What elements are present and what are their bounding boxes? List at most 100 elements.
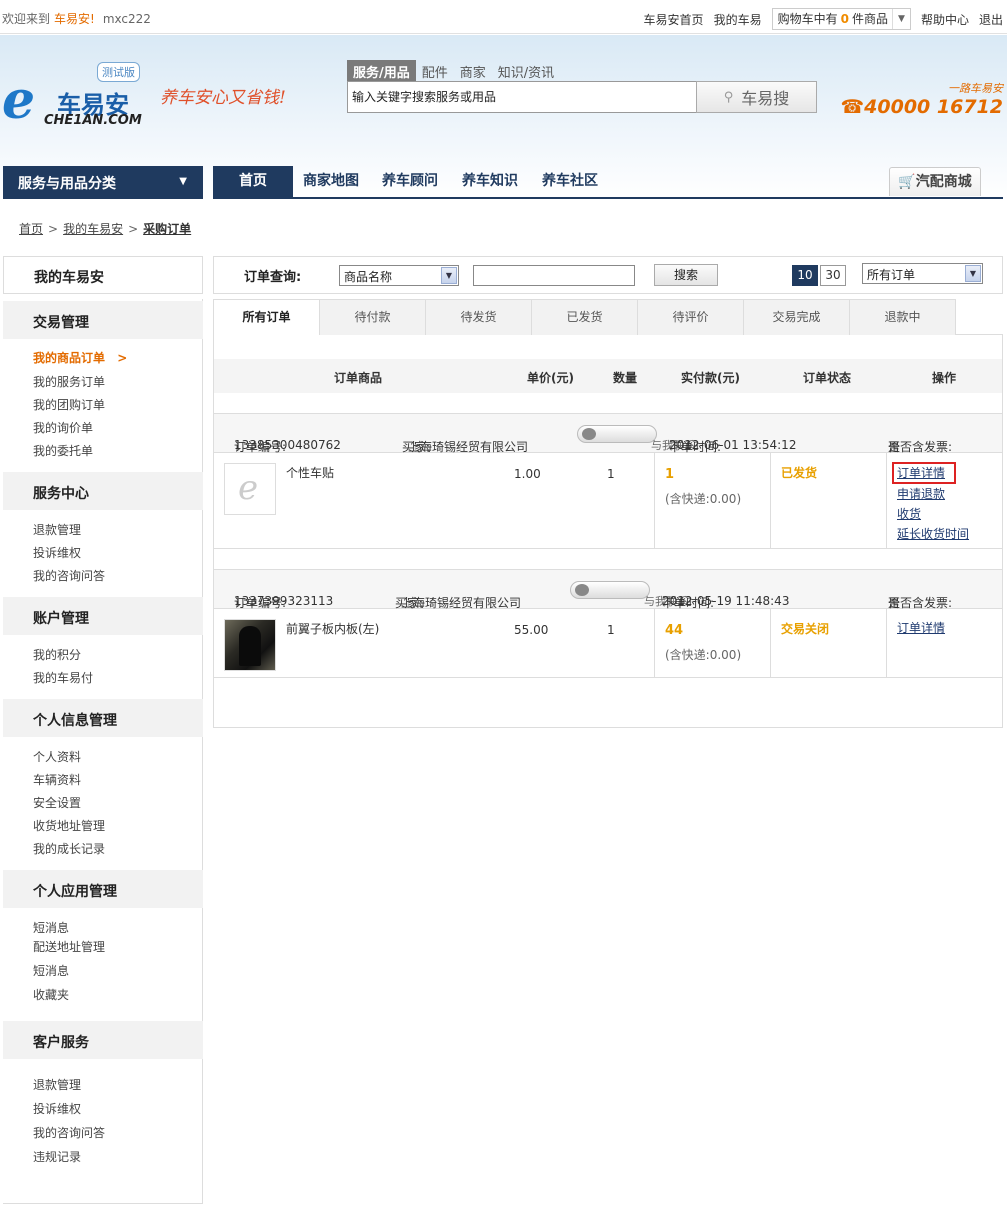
page-size-30[interactable]: 30 <box>820 265 846 286</box>
sidebar-section-profile: 个人信息管理 <box>3 699 203 737</box>
my-account-link[interactable]: 我的车易 <box>714 11 762 28</box>
nav-community[interactable]: 养车社区 <box>542 166 598 197</box>
product-thumbnail[interactable] <box>224 619 276 671</box>
extend-receipt-link[interactable]: 延长收货时间 <box>897 524 969 544</box>
sidebar-item-growth[interactable]: 我的成长记录 <box>33 840 105 857</box>
sidebar-item-messages-2[interactable]: 短消息 <box>33 962 69 979</box>
hotline-number-text: 40000 16712 <box>864 96 1003 118</box>
nav-advisor[interactable]: 养车顾问 <box>382 166 438 197</box>
category-menu-label: 服务与用品分类 <box>18 176 116 192</box>
sidebar-item-group-orders[interactable]: 我的团购订单 <box>33 396 105 413</box>
category-menu[interactable]: 服务与用品分类 ▼ <box>3 166 203 199</box>
sidebar-item-wallet[interactable]: 我的车易付 <box>33 669 93 686</box>
sidebar-item-vehicle-info[interactable]: 车辆资料 <box>33 771 81 788</box>
search-tab-parts[interactable]: 配件 <box>416 60 454 83</box>
page-size-10[interactable]: 10 <box>792 265 818 286</box>
order-filter-select[interactable]: 所有订单 ▼ <box>862 263 983 284</box>
chevron-down-icon[interactable]: ▼ <box>441 267 457 284</box>
contact-button[interactable]: 与我联系 <box>570 581 688 608</box>
tab-shipped[interactable]: 已发货 <box>531 299 638 335</box>
tab-refunding[interactable]: 退款中 <box>849 299 956 335</box>
sidebar-item-violations[interactable]: 违规记录 <box>33 1148 81 1165</box>
sidebar-item-commissions[interactable]: 我的委托单 <box>33 442 93 459</box>
nav-home[interactable]: 首页 <box>213 166 293 197</box>
tab-pending-review[interactable]: 待评价 <box>637 299 744 335</box>
column-divider <box>654 453 655 548</box>
query-keyword-input[interactable] <box>473 265 635 286</box>
contact-button[interactable]: 与我联系 <box>577 425 695 452</box>
site-logo[interactable]: e 车易安 CHE1AN.COM 测试版 <box>2 62 152 130</box>
breadcrumb-home[interactable]: 首页 <box>19 222 43 236</box>
order-table: 订单商品 单价(元) 数量 实付款(元) 订单状态 操作 订单编号: 133853… <box>213 335 1003 728</box>
sidebar-item-delivery-addresses[interactable]: 配送地址管理 <box>33 938 105 955</box>
col-product: 订单商品 <box>334 371 383 385</box>
hotline: 一路车易安 ☎40000 16712 <box>841 80 1004 118</box>
sidebar-item-refunds[interactable]: 退款管理 <box>33 521 81 538</box>
sidebar-item-questions-2[interactable]: 我的咨询问答 <box>33 1124 105 1141</box>
logout-link[interactable]: 退出 <box>979 11 1003 28</box>
column-divider <box>886 609 887 677</box>
tab-all-orders[interactable]: 所有订单 <box>213 299 320 336</box>
cart-dropdown[interactable]: 购物车中有 0 件商品 ▼ <box>771 8 911 30</box>
paid-amount: 1 <box>665 467 675 482</box>
search-tab-news[interactable]: 知识/资讯 <box>492 60 560 83</box>
mall-button-label: 汽配商城 <box>915 174 972 190</box>
search-button-label: 车易搜 <box>741 89 790 108</box>
product-name[interactable]: 个性车贴 <box>286 464 334 481</box>
sidebar-item-inquiries[interactable]: 我的询价单 <box>33 419 93 436</box>
search-button[interactable]: ⚲ 车易搜 <box>696 81 817 113</box>
main-nav: 首页 商家地图 养车顾问 养车知识 养车社区 🛒汽配商城 <box>213 166 1003 199</box>
order-query-label: 订单查询: <box>244 270 302 285</box>
sidebar-item-refunds-2[interactable]: 退款管理 <box>33 1076 81 1093</box>
quantity: 1 <box>607 623 615 637</box>
order-header: 订单编号: 1337399323113 买家: 上海琦锡经贸有限公司 与我联系 下… <box>214 569 1002 610</box>
breadcrumb-my[interactable]: 我的车易安 <box>63 222 123 236</box>
sidebar-item-favorites[interactable]: 收藏夹 <box>33 986 69 1003</box>
breadcrumb-current: 采购订单 <box>143 222 192 236</box>
mall-button[interactable]: 🛒汽配商城 <box>889 167 981 196</box>
sidebar-item-messages[interactable]: 短消息 <box>33 919 69 936</box>
home-link[interactable]: 车易安首页 <box>644 11 704 28</box>
sidebar-item-questions[interactable]: 我的咨询问答 <box>33 567 105 584</box>
sidebar-item-points[interactable]: 我的积分 <box>33 646 81 663</box>
tab-pending-shipment[interactable]: 待发货 <box>425 299 532 335</box>
table-header: 订单商品 单价(元) 数量 实付款(元) 订单状态 操作 <box>214 359 1002 393</box>
search-input[interactable]: 输入关键字搜索服务或用品 <box>347 81 697 113</box>
nav-shop-map[interactable]: 商家地图 <box>303 166 359 197</box>
order-detail-link[interactable]: 订单详情 <box>897 618 945 638</box>
request-refund-link[interactable]: 申请退款 <box>897 484 969 504</box>
tab-pending-payment[interactable]: 待付款 <box>319 299 426 335</box>
sidebar-item-personal-info[interactable]: 个人资料 <box>33 748 81 765</box>
product-name[interactable]: 前翼子板内板(左) <box>286 620 379 637</box>
search-tab-shops[interactable]: 商家 <box>454 60 492 83</box>
unit-price: 1.00 <box>514 467 541 481</box>
chevron-down-icon[interactable]: ▼ <box>965 265 981 282</box>
cart-icon: 🛒 <box>898 174 916 190</box>
sidebar-section-account: 账户管理 <box>3 597 203 635</box>
order-detail-link[interactable]: 订单详情 <box>892 462 956 484</box>
order-filter-value: 所有订单 <box>867 268 916 282</box>
chevron-down-icon[interactable]: ▼ <box>891 9 910 29</box>
confirm-receipt-link[interactable]: 收货 <box>897 504 969 524</box>
tab-completed[interactable]: 交易完成 <box>743 299 850 335</box>
query-search-button[interactable]: 搜索 <box>654 264 718 286</box>
sidebar-item-security[interactable]: 安全设置 <box>33 794 81 811</box>
sidebar-item-complaints[interactable]: 投诉维权 <box>33 544 81 561</box>
username: mxc222 <box>102 12 151 26</box>
order-actions: 订单详情 申请退款 收货 延长收货时间 <box>892 462 969 544</box>
nav-knowledge[interactable]: 养车知识 <box>462 166 518 197</box>
sidebar-item-product-orders[interactable]: 我的商品订单 > <box>33 349 127 366</box>
sidebar-title: 我的车易安 <box>34 270 104 286</box>
sidebar-item-service-orders[interactable]: 我的服务订单 <box>33 373 105 390</box>
sidebar-item-complaints-2[interactable]: 投诉维权 <box>33 1100 81 1117</box>
product-thumbnail[interactable] <box>224 463 276 515</box>
brand-link[interactable]: 车易安! <box>54 12 95 26</box>
search-tab-services[interactable]: 服务/用品 <box>347 60 416 83</box>
sidebar-section-apps: 个人应用管理 <box>3 870 203 908</box>
order-time-value: 2012-06-01 13:54:12 <box>669 438 797 452</box>
help-link[interactable]: 帮助中心 <box>921 11 969 28</box>
chevron-right-icon: > <box>117 351 128 365</box>
order-query-panel: 订单查询: 商品名称 ▼ 搜索 10 30 所有订单 ▼ <box>213 256 1003 294</box>
sidebar-item-addresses[interactable]: 收货地址管理 <box>33 817 105 834</box>
query-field-select[interactable]: 商品名称 ▼ <box>339 265 459 286</box>
